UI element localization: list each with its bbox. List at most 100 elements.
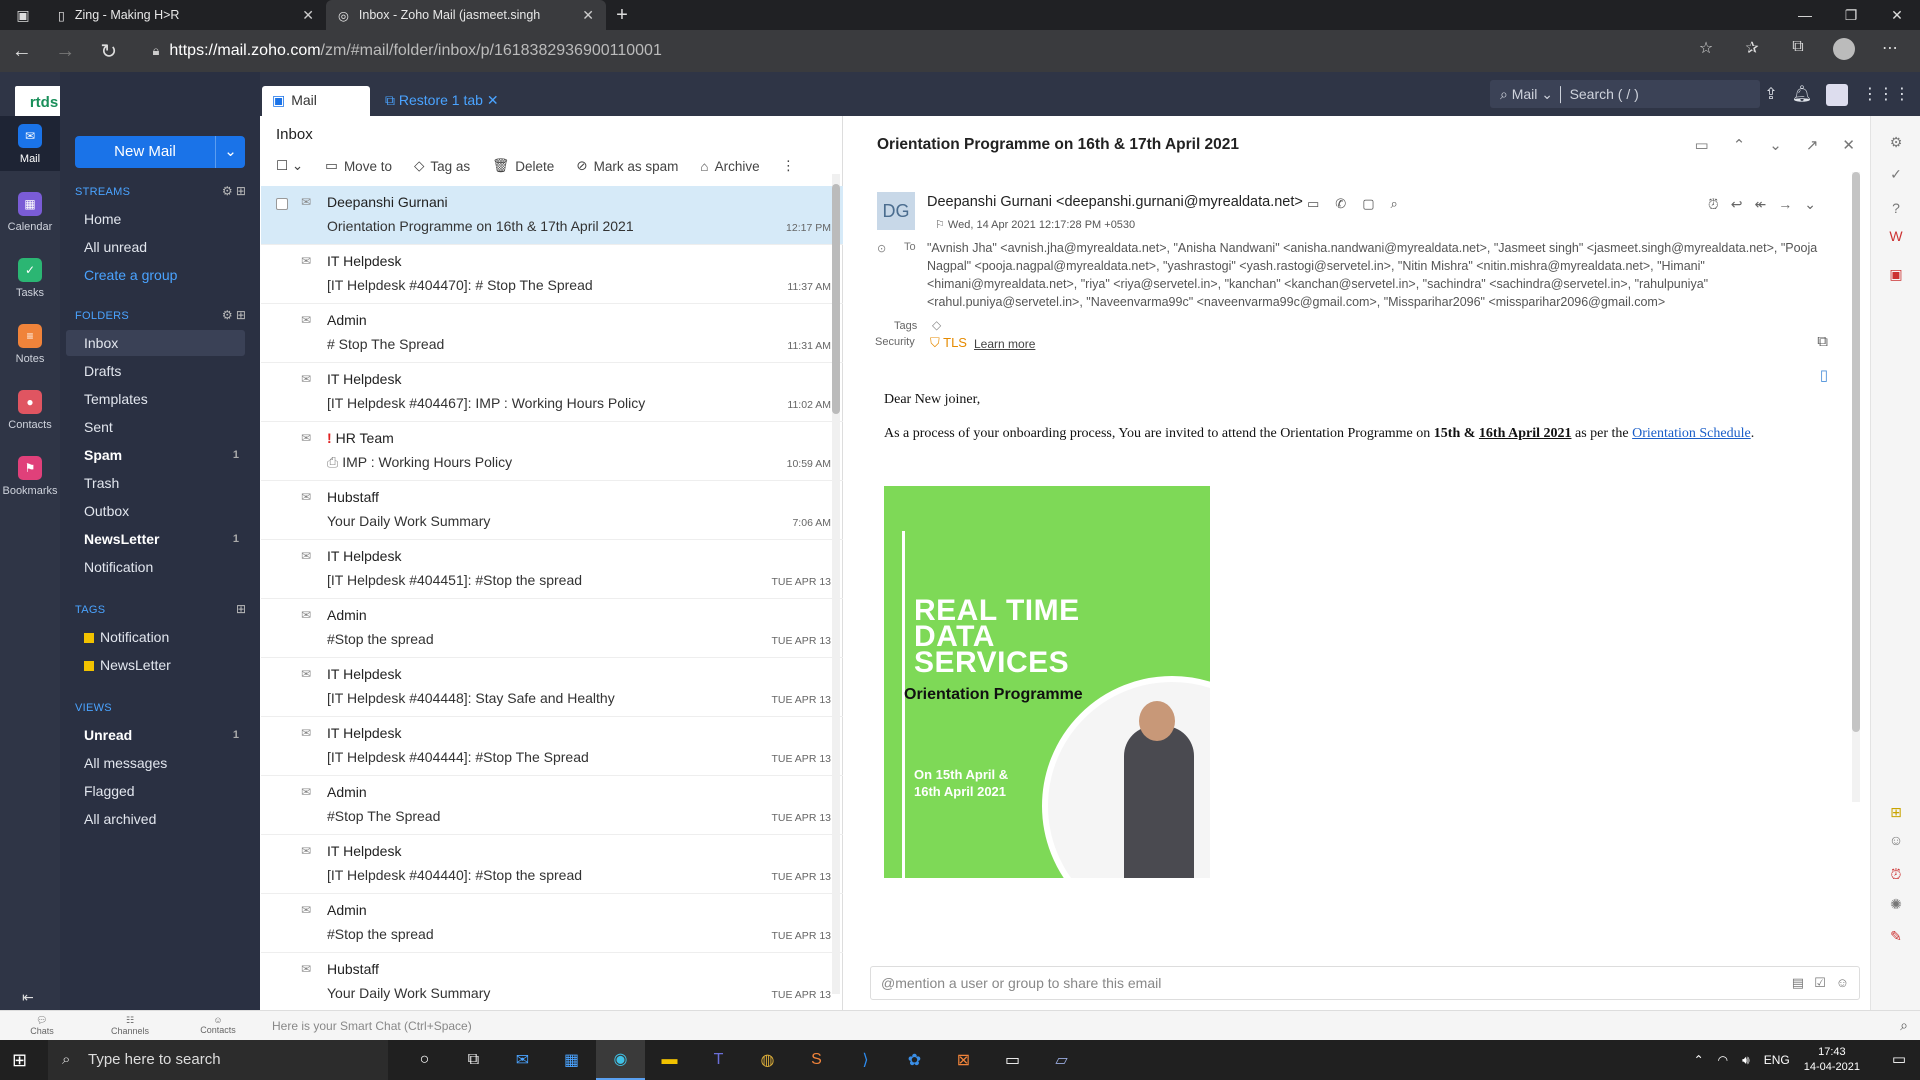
share-icon[interactable]: ⧉: [1817, 333, 1828, 350]
vscode-icon[interactable]: ⟩: [841, 1040, 890, 1080]
sticky-note-icon[interactable]: ⊞: [1871, 804, 1920, 821]
close-window-icon[interactable]: ✕: [1874, 0, 1920, 30]
list-item[interactable]: ✉ Admin #Stop the spread TUE APR 13: [261, 599, 843, 658]
taskbar-search-input[interactable]: ⌕ Type here to search: [48, 1040, 388, 1080]
close-icon[interactable]: ✕: [483, 92, 499, 108]
sidebar-item-drafts[interactable]: Drafts: [60, 358, 245, 384]
chrome-icon[interactable]: ◍: [743, 1040, 792, 1080]
reply-icon[interactable]: ↩: [1731, 196, 1743, 213]
more-options-icon[interactable]: ⋮: [782, 158, 796, 174]
rail-bookmarks[interactable]: ⚑ Bookmarks: [0, 456, 60, 497]
profile-icon[interactable]: [1824, 37, 1864, 65]
streams-settings-icon[interactable]: ⚙ ⊞: [222, 184, 246, 198]
select-all-checkbox[interactable]: ☐ ⌄: [276, 158, 303, 174]
feedback-icon[interactable]: ✎: [1871, 928, 1920, 945]
reader-scrollbar[interactable]: [1852, 172, 1860, 802]
alarm-icon[interactable]: ⏰︎: [1871, 866, 1920, 883]
restore-tab-link[interactable]: ⧉ Restore 1 tab ✕: [385, 92, 499, 109]
create-group-link[interactable]: Create a group: [60, 262, 245, 288]
avatar[interactable]: [1826, 84, 1848, 111]
contacts-icon[interactable]: ☺: [1871, 832, 1920, 848]
tag-icon[interactable]: ◇: [932, 318, 941, 332]
sidebar-item-newsletter[interactable]: NewsLetter 1: [60, 526, 245, 552]
xampp-icon[interactable]: ⊠: [939, 1040, 988, 1080]
clock[interactable]: 17:43 14-04-2021: [1804, 1045, 1860, 1075]
sender-address[interactable]: Deepanshi Gurnani <deepanshi.gurnani@myr…: [927, 194, 1303, 210]
sidebar-item-templates[interactable]: Templates: [60, 386, 245, 412]
sidebar-item-trash[interactable]: Trash: [60, 470, 245, 496]
chevron-up-icon[interactable]: ⌃: [1733, 136, 1746, 154]
collapse-recipients-icon[interactable]: ⊙: [877, 242, 886, 255]
tag-as-button[interactable]: ◇ Tag as: [414, 158, 470, 174]
task-icon[interactable]: ☑: [1814, 967, 1826, 999]
sidebar-tag-newsletter[interactable]: NewsLetter: [60, 652, 245, 678]
phone-icon[interactable]: ✆: [1335, 196, 1346, 212]
list-item[interactable]: ✉ ! HR Team ⎙ IMP : Working Hours Policy 1…: [261, 422, 843, 481]
list-scrollbar[interactable]: [832, 174, 840, 994]
windows-start-icon[interactable]: ⊞: [12, 1050, 27, 1071]
list-item[interactable]: ✉ Hubstaff Your Daily Work Summary 7:06 …: [261, 481, 843, 540]
sidebar-view-all-messages[interactable]: All messages: [60, 750, 245, 776]
reply-all-icon[interactable]: ↞: [1755, 196, 1767, 213]
chat-icon[interactable]: ▭: [1307, 196, 1319, 212]
search-input[interactable]: ⌕ Mail ⌄ │ Search ( / ): [1490, 80, 1760, 108]
terminal-icon[interactable]: ▭: [988, 1040, 1037, 1080]
check-icon[interactable]: ✓: [1871, 166, 1920, 183]
list-item[interactable]: ✉ Admin #Stop the spread TUE APR 13: [261, 894, 843, 953]
list-item[interactable]: ✉ Admin # Stop The Spread 11:31 AM: [261, 304, 843, 363]
cortana-icon[interactable]: ○: [400, 1040, 449, 1080]
rail-calendar[interactable]: ▦ Calendar: [0, 192, 60, 233]
back-icon[interactable]: ←: [0, 40, 43, 63]
announcement-icon[interactable]: ▣: [1871, 266, 1920, 283]
list-item[interactable]: ✉ Hubstaff Your Daily Work Summary TUE A…: [261, 953, 843, 1012]
forward-icon[interactable]: →: [43, 40, 86, 63]
rail-tasks[interactable]: ✓ Tasks: [0, 258, 60, 299]
video-icon[interactable]: ▢: [1362, 196, 1374, 212]
contacts-button[interactable]: ☺ Contacts: [188, 1015, 248, 1035]
sidebar-item-inbox[interactable]: Inbox: [66, 330, 245, 356]
mention-input[interactable]: @mention a user or group to share this e…: [870, 966, 1860, 1000]
reader-mode-icon[interactable]: ▯: [1820, 366, 1828, 384]
close-icon[interactable]: ✕: [1842, 136, 1855, 154]
url-field[interactable]: 🔒︎ https://mail.zoho.com/zm/#mail/folder…: [144, 35, 1686, 67]
chevron-up-icon[interactable]: ⌃: [1694, 1053, 1704, 1067]
language-indicator[interactable]: ENG: [1764, 1053, 1790, 1067]
app-icon[interactable]: ✿: [890, 1040, 939, 1080]
smart-chat-input[interactable]: Here is your Smart Chat (Ctrl+Space): [272, 1019, 472, 1033]
reminder-icon[interactable]: ⏰︎: [1708, 196, 1719, 213]
tab-actions-icon[interactable]: ▣: [0, 0, 46, 30]
sidebar-tag-notification[interactable]: Notification: [60, 624, 245, 650]
add-favorite-icon[interactable]: ☆: [1686, 38, 1726, 65]
scrollbar-thumb[interactable]: [832, 184, 840, 414]
chevron-down-icon[interactable]: ⌄: [1804, 196, 1816, 213]
volume-icon[interactable]: 🔊︎: [1742, 1053, 1750, 1068]
search-icon[interactable]: ⌕: [1900, 1017, 1908, 1034]
learn-more-link[interactable]: Learn more: [974, 337, 1035, 351]
sidebar-item-sent[interactable]: Sent: [60, 414, 245, 440]
upload-icon[interactable]: ⇪: [1764, 84, 1777, 111]
sidebar-item-all-unread[interactable]: All unread: [60, 234, 245, 260]
reload-icon[interactable]: ↻: [87, 39, 130, 64]
mail-app-icon[interactable]: ✉: [498, 1040, 547, 1080]
teams-icon[interactable]: T: [694, 1040, 743, 1080]
bell-icon[interactable]: 🔔︎: [1792, 84, 1812, 111]
sidebar-item-notification[interactable]: Notification: [60, 554, 245, 580]
chats-button[interactable]: 💬︎ Chats: [12, 1015, 72, 1036]
sidebar-view-flagged[interactable]: Flagged: [60, 778, 245, 804]
list-item[interactable]: ✉ IT Helpdesk [IT Helpdesk #404440]: #St…: [261, 835, 843, 894]
collections-icon[interactable]: ⧉: [1778, 38, 1818, 65]
close-tab-icon[interactable]: ✕: [582, 7, 594, 24]
row-checkbox[interactable]: [276, 198, 288, 210]
new-mail-button[interactable]: New Mail ⌄: [75, 136, 245, 168]
forward-icon[interactable]: →: [1778, 196, 1792, 213]
sublime-icon[interactable]: S: [792, 1040, 841, 1080]
scrollbar-thumb[interactable]: [1852, 172, 1860, 732]
folder-settings-icon[interactable]: ⚙ ⊞: [222, 308, 246, 322]
whats-new-icon[interactable]: W: [1871, 228, 1920, 244]
view-toggle-icon[interactable]: ▭: [1695, 136, 1709, 154]
list-item[interactable]: ✉ IT Helpdesk [IT Helpdesk #404451]: #St…: [261, 540, 843, 599]
delete-button[interactable]: 🗑︎ Delete: [492, 158, 554, 174]
sidebar-item-outbox[interactable]: Outbox: [60, 498, 245, 524]
add-tag-icon[interactable]: ⊞: [236, 602, 246, 616]
notepad-icon[interactable]: ▱: [1037, 1040, 1086, 1080]
